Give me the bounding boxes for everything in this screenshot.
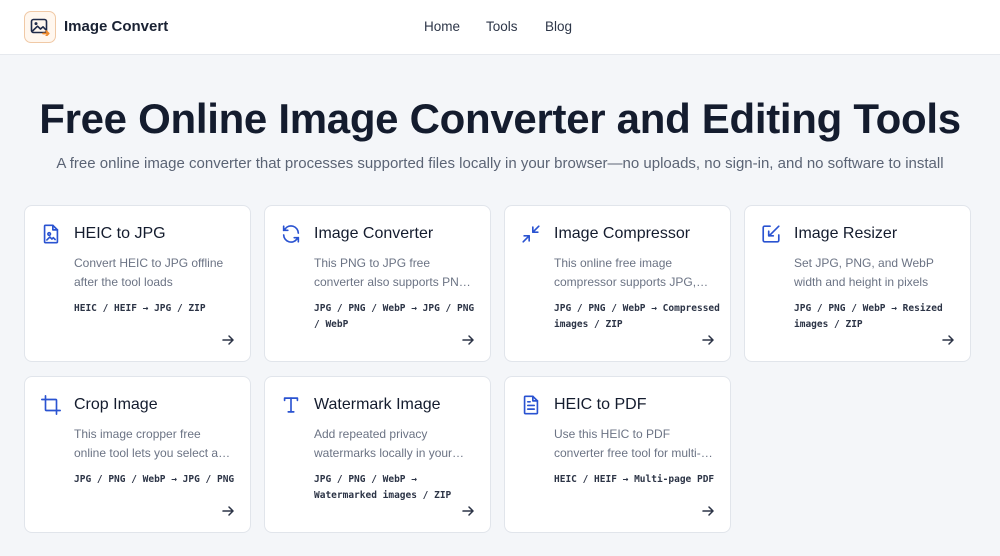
compress-icon <box>522 225 540 243</box>
tool-card-title: HEIC to PDF <box>554 396 647 413</box>
tool-card-heic-to-jpg[interactable]: HEIC to JPG Convert HEIC to JPG offline … <box>24 205 251 362</box>
tool-card-title: Watermark Image <box>314 396 441 413</box>
tool-card-description: This online free image compressor suppor… <box>554 256 697 289</box>
tool-card-title: Image Converter <box>314 225 434 242</box>
resize-icon <box>762 225 780 243</box>
arrow-right-icon[interactable] <box>221 504 235 518</box>
logo[interactable] <box>24 11 56 43</box>
tool-card-image-resizer[interactable]: Image Resizer Set JPG, PNG, and WebP wid… <box>744 205 971 362</box>
tool-card-description: Add repeated privacy watermarks locally … <box>314 427 453 460</box>
arrow-right-icon[interactable] <box>221 333 235 347</box>
document-icon <box>523 395 539 415</box>
tool-card-formats: JPG / PNG / WebP → Resized images / ZIP <box>794 303 943 330</box>
nav-home[interactable]: Home <box>424 19 460 35</box>
tool-card-formats: HEIC / HEIF → Multi-page PDF <box>554 474 715 485</box>
arrow-right-icon[interactable] <box>461 333 475 347</box>
tool-card-formats: JPG / PNG / WebP → Watermarked images / … <box>314 474 452 501</box>
tool-card-formats: JPG / PNG / WebP → JPG / PNG <box>74 474 235 485</box>
text-icon <box>283 397 299 413</box>
brand-name[interactable]: Image Convert <box>64 18 168 36</box>
image-logo-icon <box>30 18 50 36</box>
tool-card-heic-to-pdf[interactable]: HEIC to PDF Use this HEIC to PDF convert… <box>504 376 731 533</box>
tool-card-title: Crop Image <box>74 396 158 413</box>
top-navigation-bar: Image Convert Home Tools Blog <box>0 0 1000 55</box>
tool-card-formats: JPG / PNG / WebP → JPG / PNG / WebP <box>314 303 475 330</box>
tool-card-title: HEIC to JPG <box>74 225 166 242</box>
tool-card-image-compressor[interactable]: Image Compressor This online free image … <box>504 205 731 362</box>
tool-card-description: Convert HEIC to JPG offline after the to… <box>74 256 224 289</box>
image-file-icon <box>43 224 59 244</box>
crop-icon <box>41 395 61 415</box>
tool-card-description: Use this HEIC to PDF converter free tool… <box>554 427 701 460</box>
arrow-right-icon[interactable] <box>701 333 715 347</box>
refresh-icon <box>282 225 300 243</box>
tool-card-crop-image[interactable]: Crop Image This image cropper free onlin… <box>24 376 251 533</box>
tool-card-description: This PNG to JPG free converter also supp… <box>314 256 472 289</box>
arrow-right-icon[interactable] <box>461 504 475 518</box>
tool-card-watermark-image[interactable]: Watermark Image Add repeated privacy wat… <box>264 376 491 533</box>
page-title: Free Online Image Converter and Editing … <box>39 95 961 142</box>
tool-card-description: Set JPG, PNG, and WebP width and height … <box>794 256 934 289</box>
arrow-right-icon[interactable] <box>941 333 955 347</box>
arrow-right-icon[interactable] <box>701 504 715 518</box>
tool-card-description: This image cropper free online tool lets… <box>74 427 225 460</box>
tool-card-title: Image Compressor <box>554 225 691 242</box>
nav-blog[interactable]: Blog <box>545 19 572 35</box>
tool-card-title: Image Resizer <box>794 225 898 242</box>
tool-card-formats: JPG / PNG / WebP → Compressed images / Z… <box>554 303 720 330</box>
nav-tools[interactable]: Tools <box>486 19 518 35</box>
page-subtitle: A free online image converter that proce… <box>56 155 944 172</box>
tool-card-formats: HEIC / HEIF → JPG / ZIP <box>74 303 206 314</box>
tool-card-image-converter[interactable]: Image Converter This PNG to JPG free con… <box>264 205 491 362</box>
